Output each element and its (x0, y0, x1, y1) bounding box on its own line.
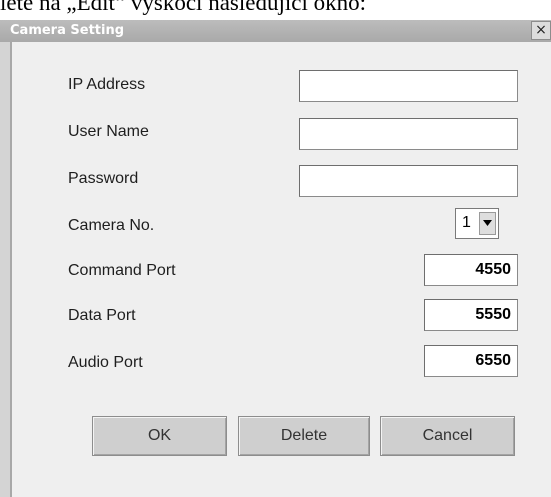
camera-no-value: 1 (462, 214, 471, 231)
camera-setting-dialog: Camera Setting × IP Address User Name Pa… (0, 20, 551, 497)
document-caption: lete na „Edit“ vyskočí následující okno: (0, 0, 366, 15)
dialog-title: Camera Setting (10, 23, 125, 38)
data-port-label: Data Port (68, 307, 136, 324)
user-name-label: User Name (68, 123, 149, 140)
data-port-input[interactable] (424, 299, 518, 331)
ip-address-label: IP Address (68, 76, 146, 93)
dropdown-arrow-button[interactable] (479, 212, 496, 235)
password-label: Password (68, 170, 139, 187)
audio-port-input[interactable] (424, 345, 518, 377)
ip-address-input[interactable] (299, 70, 518, 102)
command-port-input[interactable] (424, 254, 518, 286)
password-input[interactable] (299, 165, 518, 197)
close-icon: × (535, 22, 547, 38)
close-button[interactable]: × (531, 21, 551, 40)
command-port-label: Command Port (68, 262, 176, 279)
title-bar: Camera Setting × (0, 20, 551, 42)
ok-button[interactable]: OK (92, 416, 227, 456)
camera-no-select[interactable]: 1 (455, 208, 499, 239)
dropdown-arrow-icon (483, 220, 492, 226)
audio-port-label: Audio Port (68, 354, 143, 371)
user-name-input[interactable] (299, 118, 518, 150)
delete-button[interactable]: Delete (238, 416, 370, 456)
camera-no-label: Camera No. (68, 217, 155, 234)
cancel-button[interactable]: Cancel (380, 416, 515, 456)
page: lete na „Edit“ vyskočí následující okno:… (0, 0, 551, 497)
window-left-frame (0, 42, 12, 497)
